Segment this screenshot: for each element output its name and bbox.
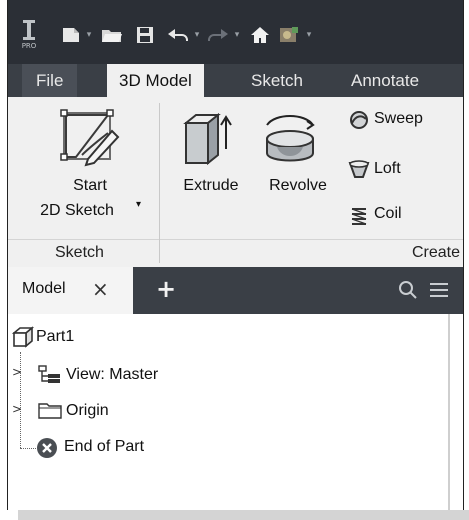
new-file-dropdown-icon[interactable]: ▾: [84, 22, 94, 48]
redo-dropdown-icon[interactable]: ▾: [232, 22, 242, 48]
part-icon: [11, 326, 35, 348]
end-of-part-icon: [36, 437, 58, 459]
create-panel-title: Create: [412, 244, 461, 261]
model-browser-tab[interactable]: Model ×: [8, 267, 133, 314]
coil-icon[interactable]: [348, 205, 370, 227]
inventor-window: PRO ▾ ▾ ▾ ▾ File 3D Model Sketch Annotat…: [7, 0, 464, 510]
start-2d-sketch-icon[interactable]: [52, 107, 122, 169]
start-2d-sketch-label-line2[interactable]: 2D Sketch: [18, 202, 136, 220]
loft-label[interactable]: Loft: [374, 160, 401, 178]
coil-label[interactable]: Coil: [374, 205, 402, 223]
model-tab-label: Model: [22, 280, 66, 297]
search-icon[interactable]: [398, 280, 420, 302]
extrude-icon[interactable]: [182, 109, 232, 167]
bottom-bar: [18, 510, 469, 520]
revolve-icon[interactable]: [261, 109, 319, 169]
sweep-label[interactable]: Sweep: [374, 110, 423, 128]
ribbon-panel: Start 2D Sketch ▾ Sketch Extrude Revolve…: [8, 97, 463, 268]
tree-connector: [20, 448, 36, 450]
folder-icon: [38, 400, 62, 420]
expand-origin-icon[interactable]: >: [12, 402, 22, 416]
app-logo-icon[interactable]: PRO: [16, 14, 42, 54]
home-icon[interactable]: [248, 22, 272, 48]
loft-icon[interactable]: [348, 159, 370, 181]
tab-3d-model[interactable]: 3D Model: [107, 64, 204, 97]
tab-annotate[interactable]: Annotate: [351, 64, 419, 97]
tree-item-part1[interactable]: Part1: [36, 328, 74, 346]
open-folder-icon[interactable]: [100, 22, 124, 48]
ribbon-title-separator: [8, 239, 463, 240]
panel-divider: [159, 103, 160, 263]
view-rep-icon: [38, 365, 62, 385]
app-badge: PRO: [21, 42, 37, 50]
appearance-dropdown-icon[interactable]: ▾: [304, 22, 314, 48]
new-file-icon[interactable]: [60, 22, 82, 48]
start-2d-sketch-dropdown-icon[interactable]: ▾: [136, 199, 141, 210]
model-browser-header: Model × +: [8, 267, 463, 314]
tree-item-origin[interactable]: Origin: [66, 402, 109, 420]
model-tree: Part1 > View: Master > Origin End of Par…: [8, 314, 463, 510]
start-2d-sketch-label-line1[interactable]: Start: [60, 177, 120, 195]
undo-icon[interactable]: [166, 22, 190, 48]
tab-sketch[interactable]: Sketch: [251, 64, 303, 97]
close-icon[interactable]: ×: [92, 277, 109, 301]
undo-dropdown-icon[interactable]: ▾: [192, 22, 202, 48]
sweep-icon[interactable]: [348, 109, 370, 131]
revolve-label[interactable]: Revolve: [256, 177, 340, 195]
menu-icon[interactable]: [428, 281, 452, 301]
save-icon[interactable]: [134, 22, 156, 48]
sketch-panel-title: Sketch: [55, 244, 104, 261]
tree-item-end-of-part[interactable]: End of Part: [64, 438, 144, 456]
extrude-label[interactable]: Extrude: [171, 177, 251, 195]
browser-scrollbar[interactable]: [448, 314, 450, 510]
ribbon-tab-bar: File 3D Model Sketch Annotate: [8, 64, 463, 97]
tab-file[interactable]: File: [22, 64, 78, 97]
redo-icon[interactable]: [206, 22, 230, 48]
expand-view-icon[interactable]: >: [12, 365, 22, 379]
tree-item-view-master[interactable]: View: Master: [66, 366, 158, 384]
appearance-icon[interactable]: [276, 22, 302, 48]
add-browser-icon[interactable]: +: [156, 275, 176, 303]
quick-access-toolbar: PRO ▾ ▾ ▾ ▾: [8, 0, 463, 64]
